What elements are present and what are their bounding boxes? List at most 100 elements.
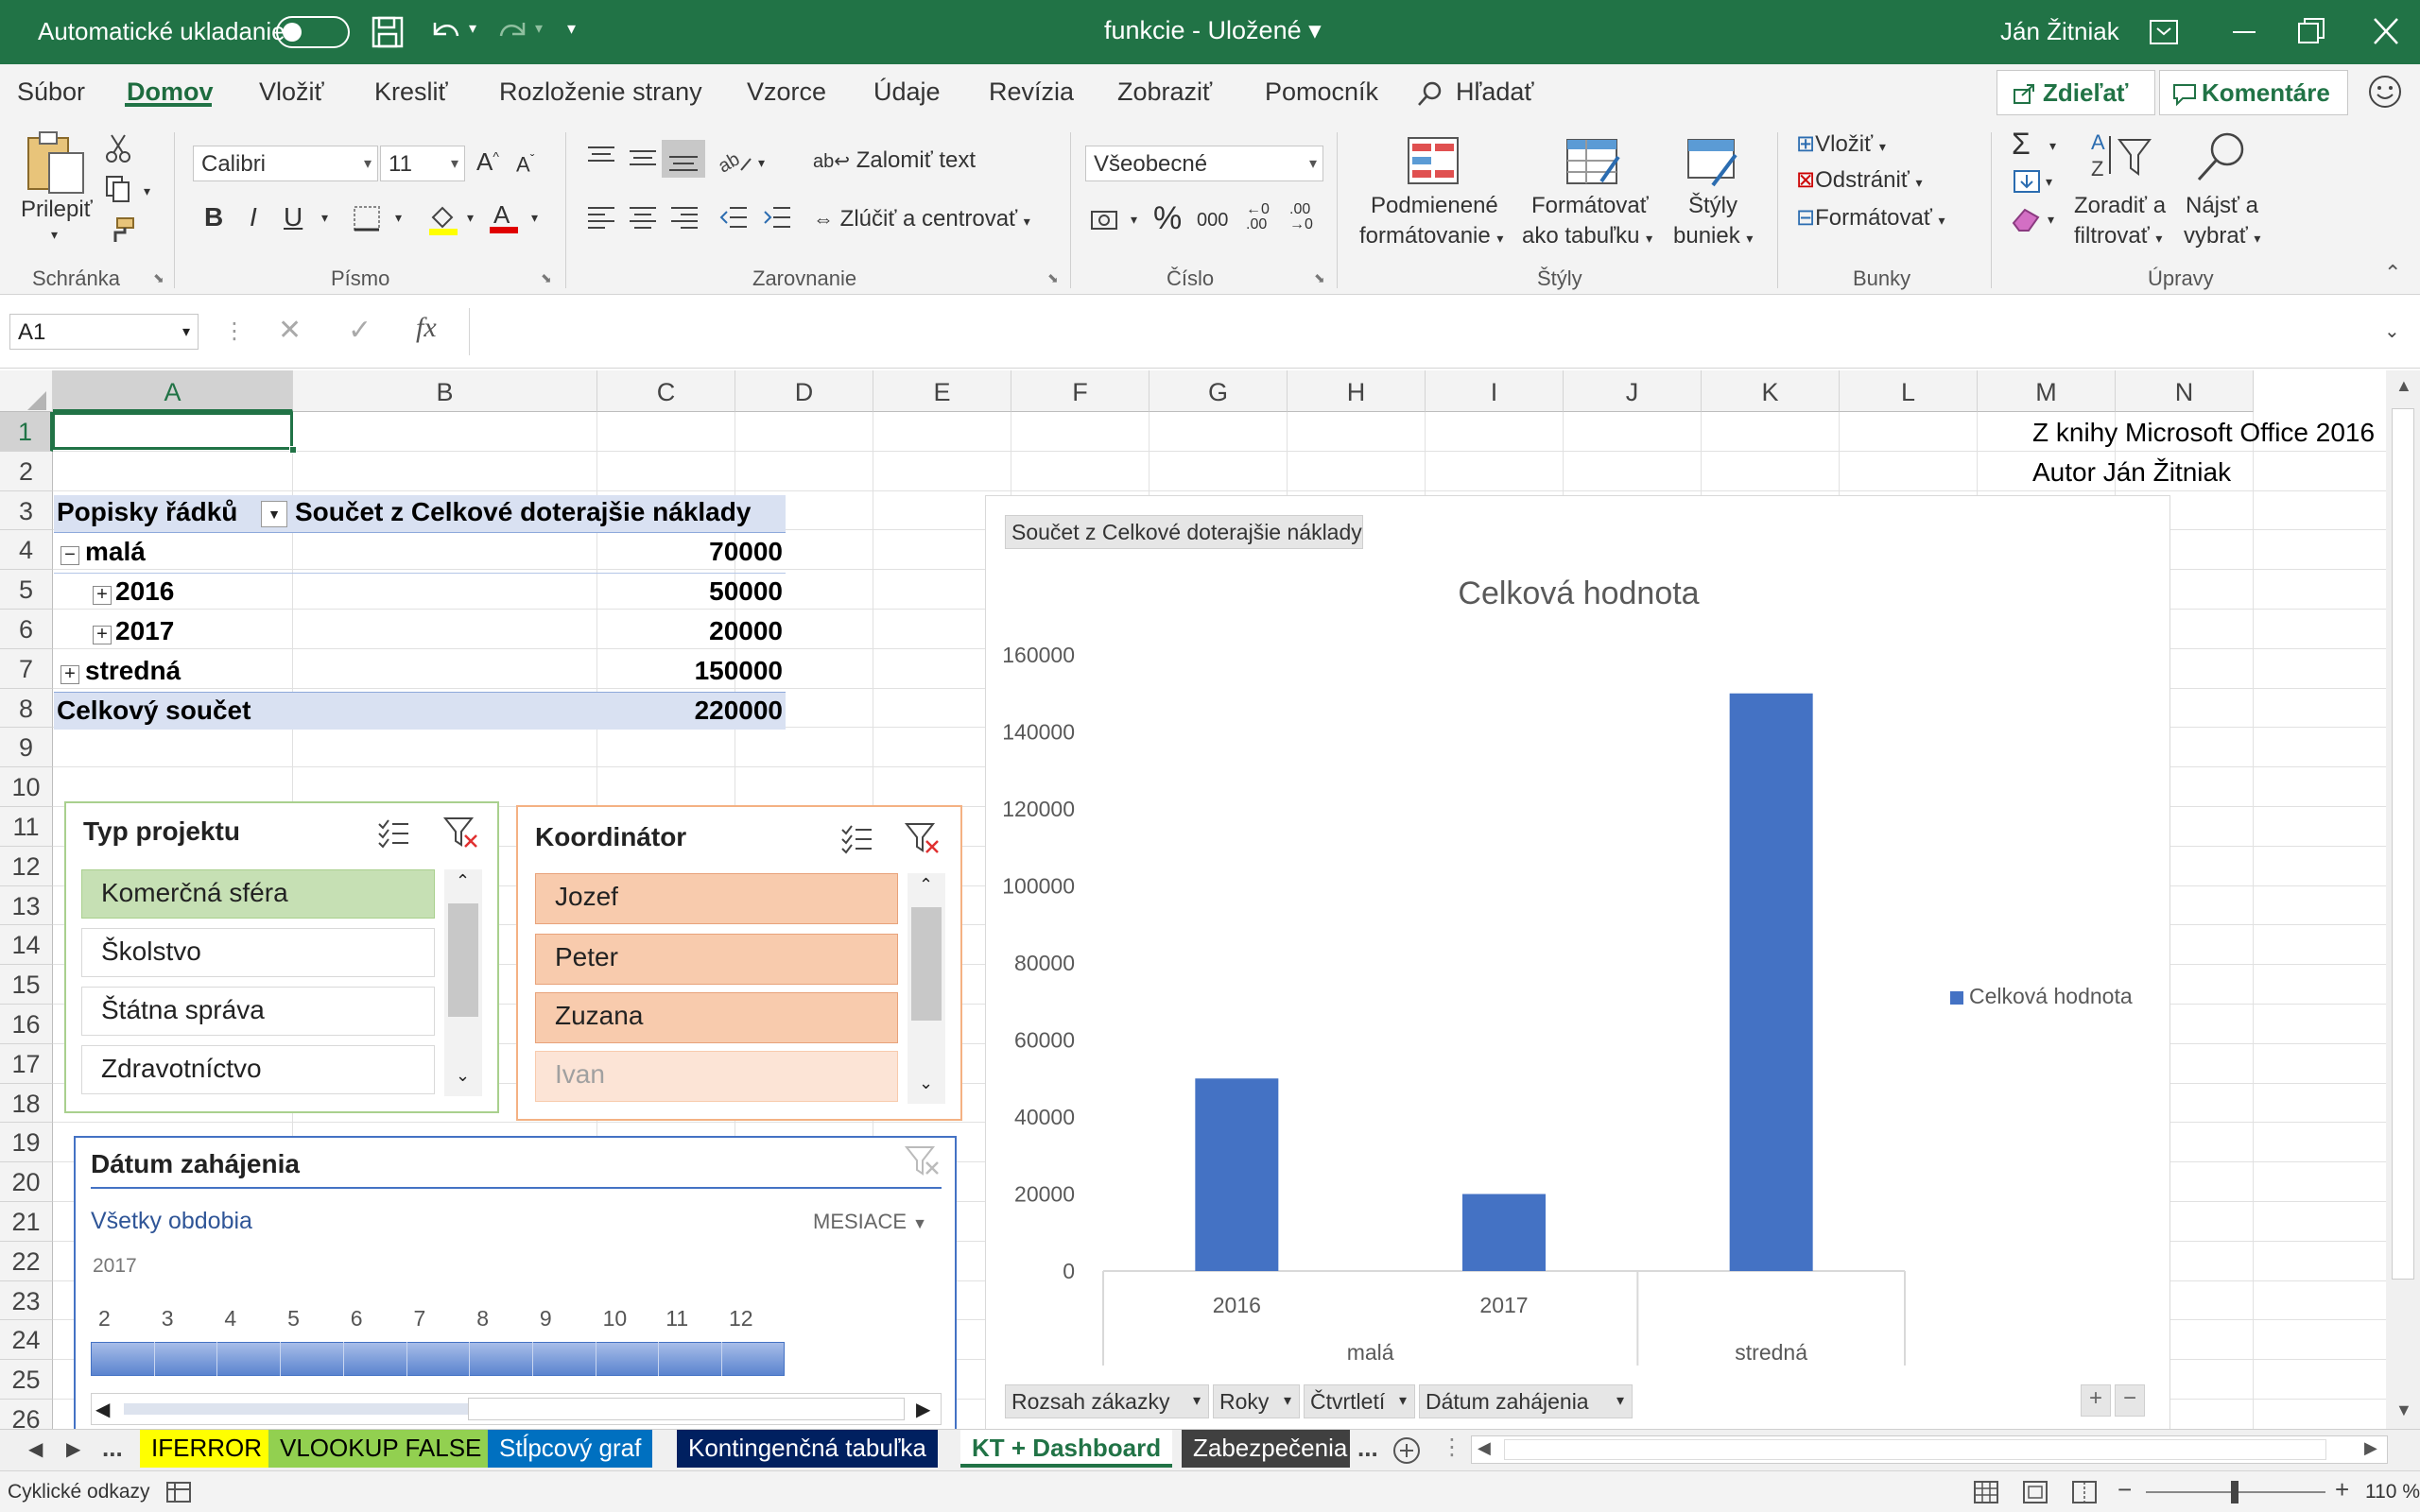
autosave-toggle[interactable] [276,16,350,48]
column-header-D[interactable]: D [735,370,873,412]
conditional-formatting-icon[interactable] [1405,134,1461,187]
column-header-H[interactable]: H [1288,370,1426,412]
prev-sheet-icon[interactable]: ◀ [28,1437,43,1461]
name-box[interactable]: A1 ▾ [9,314,199,350]
timeline-selection-bar[interactable] [91,1342,785,1376]
slicer-typ-projektu[interactable]: Typ projektu Komerčná sféra Školstvo Štá… [64,801,499,1113]
percent-icon[interactable]: % [1153,200,1182,237]
pivot-row-labels-header[interactable]: Popisky řádků [57,497,237,527]
pivot-value-mala[interactable]: 70000 [662,537,783,567]
next-sheet-icon[interactable]: ▶ [66,1437,80,1461]
pivot-value-2016[interactable]: 50000 [662,576,783,607]
row-header-10[interactable]: 10 [0,767,53,807]
close-icon[interactable] [2371,15,2401,47]
slicer-item-statna[interactable]: Štátna správa [81,987,435,1036]
formula-input[interactable] [469,308,2411,355]
timeline-month-label[interactable]: 7 [414,1306,426,1332]
add-sheet-icon[interactable] [1392,1435,1422,1466]
fill-down-icon[interactable] [2012,168,2042,195]
tab-insert[interactable]: Vložiť [259,77,324,107]
cell-L1[interactable]: Z knihy Microsoft Office 2016 [2032,418,2375,448]
row-header-13[interactable]: 13 [0,885,53,926]
multi-select-icon[interactable] [376,816,410,849]
font-name-combo[interactable]: Calibri ▾ [193,146,378,181]
cut-icon[interactable] [104,132,132,164]
smiley-feedback-icon[interactable] [2367,74,2403,110]
bar-2[interactable] [1729,693,1813,1271]
format-as-table-label-2[interactable]: ako tabuľku ▾ [1522,223,1652,249]
pivot-chart[interactable]: Součet z Celkové doterajšie náklady Celk… [985,495,2170,1431]
conditional-formatting-label-1[interactable]: Podmienené [1371,193,1498,219]
row-header-9[interactable]: 9 [0,728,53,768]
legend-entry[interactable]: Celková hodnota [1969,984,2133,1009]
collapse-field-button[interactable]: − [2115,1384,2145,1417]
expand-field-button[interactable]: + [2081,1384,2111,1417]
align-center-icon[interactable] [628,204,658,231]
comments-button[interactable]: Komentáre [2159,70,2348,115]
expand-2017-icon[interactable]: + [93,625,112,644]
timeline-month-label[interactable]: 11 [666,1306,688,1332]
fill-handle[interactable] [289,446,297,454]
bar-0[interactable] [1195,1078,1279,1271]
column-header-N[interactable]: N [2116,370,2254,412]
document-title[interactable]: funkcie - Uložené ▾ [1104,16,1322,45]
format-cells-button[interactable]: ⊟Formátovať ▾ [1796,204,1945,232]
alignment-launcher-icon[interactable]: ⬊ [1047,270,1059,286]
slicer-item-jozef[interactable]: Jozef [535,873,898,924]
paste-icon[interactable] [23,129,91,197]
pivot-value-header[interactable]: Součet z Celkové doterajšie náklady [295,497,751,527]
wrap-text-button[interactable]: ab↩ Zalomiť text [813,147,976,174]
name-box-splitter-icon[interactable]: ⋮ [223,318,246,345]
italic-icon[interactable]: I [250,202,257,232]
row-header-17[interactable]: 17 [0,1043,53,1084]
user-name[interactable]: Ján Žitniak [2000,17,2119,46]
zoom-slider-thumb[interactable] [2231,1481,2238,1503]
row-header-22[interactable]: 22 [0,1241,53,1281]
clear-filter-icon[interactable] [442,815,480,850]
row-header-3[interactable]: 3 [0,490,53,531]
pivot-row-2017[interactable]: 2017 [115,616,174,646]
row-header-1[interactable]: 1 [0,412,53,452]
row-header-24[interactable]: 24 [0,1320,53,1361]
column-header-E[interactable]: E [873,370,1011,412]
tab-file[interactable]: Súbor [17,77,85,107]
fill-color-icon[interactable] [427,202,459,236]
clear-filter-icon[interactable] [904,820,942,856]
timeline-month-label[interactable]: 12 [729,1306,753,1332]
column-header-B[interactable]: B [293,370,597,412]
row-header-8[interactable]: 8 [0,688,53,729]
tab-draw[interactable]: Kresliť [374,77,448,107]
sheet-tab-iferror[interactable]: IFERROR [140,1430,273,1468]
collapse-mala-icon[interactable]: − [60,545,79,565]
insert-cells-button[interactable]: ⊞Vložiť ▾ [1796,130,1886,158]
macro-record-icon[interactable] [164,1479,193,1505]
row-header-7[interactable]: 7 [0,648,53,689]
sheet-tab-zabezpecenia[interactable]: Zabezpečenia [1182,1430,1350,1468]
slicer-item-ivan[interactable]: Ivan [535,1051,898,1102]
tab-formulas[interactable]: Vzorce [747,77,826,107]
column-header-M[interactable]: M [1978,370,2116,412]
customize-qat-icon[interactable]: ▾ [567,19,576,39]
timeline-level-dropdown[interactable]: MESIACE ▼ [813,1210,927,1234]
timeline-month-label[interactable]: 6 [351,1306,363,1332]
timeline-month-label[interactable]: 4 [224,1306,236,1332]
redo-icon[interactable] [493,15,531,49]
clear-filter-icon[interactable] [904,1143,942,1177]
timeline-month-label[interactable]: 5 [287,1306,300,1332]
minimize-icon[interactable] [2229,17,2259,47]
number-format-combo[interactable]: Všeobecné ▾ [1085,146,1323,181]
find-select-icon[interactable] [2193,129,2250,185]
slicer-scrollbar[interactable]: ⌃ ⌄ [444,869,482,1096]
cell-L2[interactable]: Autor Ján Žitniak [2032,457,2231,488]
tab-page-layout[interactable]: Rozloženie strany [499,77,702,107]
zoom-out-button[interactable]: − [2118,1475,2132,1504]
fill-dropdown-icon[interactable]: ▾ [467,210,474,226]
normal-view-icon[interactable] [1972,1479,2000,1505]
status-circular-refs[interactable]: Cyklické odkazy [8,1481,150,1503]
pivot-filter-dropdown-icon[interactable]: ▼ [261,501,287,527]
clear-dropdown-icon[interactable]: ▾ [2048,212,2054,228]
fill-dropdown-icon[interactable]: ▾ [2046,174,2052,190]
chart-field-button[interactable]: Čtvrtletí ▾ [1304,1384,1415,1418]
timeline-month-label[interactable]: 3 [162,1306,174,1332]
increase-font-icon[interactable]: A^ [476,147,499,177]
